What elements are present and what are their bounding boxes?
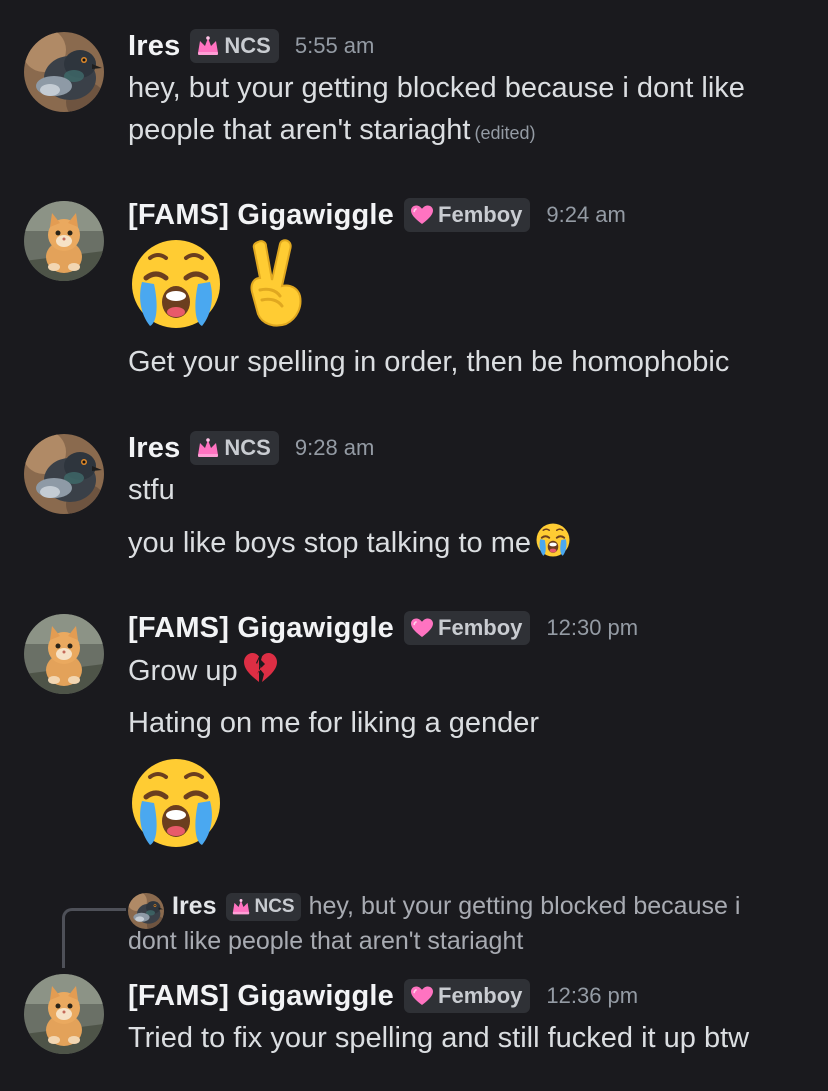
role-tag-label: NCS [224, 435, 271, 460]
message-header: [FAMS] Gigawiggle Femboy 12:30 pm [128, 610, 638, 646]
role-tag[interactable]: NCS [190, 29, 279, 63]
message-text: stfu [128, 474, 175, 506]
message-header: [FAMS] Gigawiggle Femboy 9:24 am [128, 197, 626, 233]
role-tag-label: Femboy [438, 983, 523, 1008]
loudly-crying-face-icon [128, 236, 224, 332]
message-text: Get your spelling in order, then be homo… [128, 346, 730, 378]
pink-crown-icon [196, 437, 220, 459]
message-text: hey, but your getting blocked because i … [128, 72, 745, 104]
pink-heart-icon [410, 617, 434, 639]
username[interactable]: [FAMS] Gigawiggle [128, 199, 394, 232]
message-header: Ires NCS 9:28 am [128, 430, 374, 466]
kitten-avatar[interactable] [24, 201, 104, 281]
username[interactable]: [FAMS] Gigawiggle [128, 980, 394, 1013]
kitten-avatar[interactable] [24, 974, 104, 1054]
loudly-crying-face-icon [535, 522, 571, 558]
timestamp: 5:55 am [294, 33, 375, 58]
username[interactable]: Ires [128, 432, 180, 465]
reply-username[interactable]: Ires [172, 892, 216, 921]
message-text: Hating on me for liking a gender [128, 707, 540, 739]
timestamp: 9:28 am [294, 435, 375, 460]
pink-heart-icon [410, 985, 434, 1007]
message-text: Grow up [128, 655, 238, 687]
edited-label: (edited) [474, 123, 536, 143]
message-text-line-1: Grow up [128, 650, 278, 692]
timestamp: 9:24 am [546, 202, 626, 227]
pigeon-avatar[interactable] [24, 32, 104, 112]
message-header: [FAMS] Gigawiggle Femboy 12:36 pm [128, 978, 638, 1014]
kitten-avatar[interactable] [24, 614, 104, 694]
username[interactable]: [FAMS] Gigawiggle [128, 612, 394, 645]
role-tag[interactable]: Femboy [404, 979, 531, 1013]
message-text-line-2: people that aren't stariaght (edited) [128, 109, 536, 154]
message-text: you like boys stop talking to me [128, 527, 531, 559]
reply-connector [62, 908, 126, 968]
message-text: people that aren't stariaght [128, 114, 471, 146]
role-tag-label: NCS [224, 33, 271, 58]
reply-role-tag-label: NCS [254, 895, 295, 917]
reply-role-tag: NCS [226, 892, 301, 921]
pink-crown-icon [231, 898, 251, 916]
role-tag[interactable]: Femboy [404, 198, 531, 232]
pink-crown-icon [196, 35, 220, 57]
message-text-line-2: you like boys stop talking to me [128, 522, 571, 564]
broken-heart-icon [242, 650, 278, 686]
pink-heart-icon [410, 204, 434, 226]
role-tag[interactable]: NCS [190, 431, 279, 465]
timestamp: 12:36 pm [546, 983, 639, 1008]
username[interactable]: Ires [128, 30, 180, 63]
role-tag-label: Femboy [438, 615, 523, 640]
reply-pigeon-avatar[interactable] [128, 893, 164, 929]
message-text: Tried to fix your spelling and still fuc… [128, 1022, 750, 1054]
loudly-crying-face-icon [128, 755, 224, 851]
reply-text: hey, but your getting blocked because i [308, 892, 741, 920]
message-header: Ires NCS 5:55 am [128, 28, 374, 64]
role-tag[interactable]: Femboy [404, 611, 531, 645]
reply-preview[interactable]: Ires NCS hey, but your getting blocked b… [172, 892, 740, 921]
reply-text-continued: dont like people that aren't stariaght [128, 927, 524, 955]
victory-hand-icon [228, 234, 324, 330]
timestamp: 12:30 pm [546, 615, 639, 640]
pigeon-avatar[interactable] [24, 434, 104, 514]
role-tag-label: Femboy [438, 202, 523, 227]
